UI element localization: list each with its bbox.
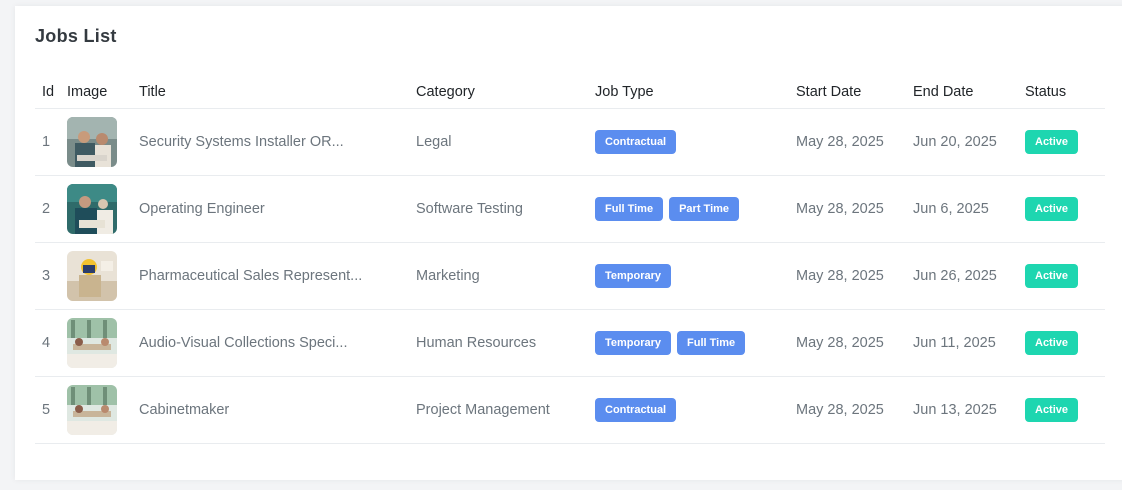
job-type-badge: Contractual: [595, 398, 677, 422]
cell-start-date: May 28, 2025: [796, 242, 913, 310]
cell-id: 1: [35, 108, 67, 176]
job-type-badge: Full Time: [595, 197, 664, 221]
table-row: 5 Cabinetmaker Project Management Contra…: [35, 376, 1105, 444]
header-id: Id: [35, 76, 67, 109]
cell-image: [67, 175, 139, 243]
cell-start-date: May 28, 2025: [796, 108, 913, 176]
status-badge: Active: [1025, 197, 1079, 221]
job-type-badge: Part Time: [669, 197, 740, 221]
cell-id: 2: [35, 175, 67, 243]
header-job-type: Job Type: [595, 76, 796, 109]
cell-image: [67, 108, 139, 176]
cell-title[interactable]: Audio-Visual Collections Speci...: [139, 309, 416, 377]
table-row: 3 Pharmaceutical Sales Represent... Mark…: [35, 242, 1105, 310]
status-badge: Active: [1025, 331, 1079, 355]
cell-end-date: Jun 20, 2025: [913, 108, 1025, 176]
header-end-date: End Date: [913, 76, 1025, 109]
cell-id: 3: [35, 242, 67, 310]
cell-category: Software Testing: [416, 175, 595, 243]
cell-status: Active: [1025, 108, 1105, 176]
cell-title[interactable]: Security Systems Installer OR...: [139, 108, 416, 176]
header-start-date: Start Date: [796, 76, 913, 109]
job-thumbnail[interactable]: [67, 117, 117, 167]
cell-start-date: May 28, 2025: [796, 376, 913, 444]
cell-category: Legal: [416, 108, 595, 176]
table-row: 4 Audio-Visual Collections Speci... Huma…: [35, 309, 1105, 377]
cell-image: [67, 309, 139, 377]
cell-job-type: Temporary: [595, 242, 796, 310]
job-thumbnail[interactable]: [67, 385, 117, 435]
cell-job-type: Full Time Part Time: [595, 175, 796, 243]
cell-title[interactable]: Pharmaceutical Sales Represent...: [139, 242, 416, 310]
cell-start-date: May 28, 2025: [796, 175, 913, 243]
cell-end-date: Jun 13, 2025: [913, 376, 1025, 444]
table-row: 2 Operating Engineer Software Testing Fu…: [35, 175, 1105, 243]
cell-end-date: Jun 26, 2025: [913, 242, 1025, 310]
cell-image: [67, 242, 139, 310]
cell-job-type: Contractual: [595, 376, 796, 444]
cell-job-type: Contractual: [595, 108, 796, 176]
cell-title[interactable]: Operating Engineer: [139, 175, 416, 243]
status-badge: Active: [1025, 264, 1079, 288]
jobs-list-card: Jobs List Id Image Title Category Job Ty…: [15, 6, 1122, 480]
cell-status: Active: [1025, 309, 1105, 377]
header-image: Image: [67, 76, 139, 109]
header-status: Status: [1025, 76, 1105, 109]
job-type-badge: Temporary: [595, 264, 672, 288]
cell-category: Project Management: [416, 376, 595, 444]
cell-status: Active: [1025, 175, 1105, 243]
cell-status: Active: [1025, 242, 1105, 310]
job-type-badge: Full Time: [677, 331, 746, 355]
cell-image: [67, 376, 139, 444]
cell-category: Marketing: [416, 242, 595, 310]
header-category: Category: [416, 76, 595, 109]
cell-job-type: Temporary Full Time: [595, 309, 796, 377]
card-title: Jobs List: [35, 26, 117, 46]
cell-id: 4: [35, 309, 67, 377]
cell-end-date: Jun 11, 2025: [913, 309, 1025, 377]
cell-title[interactable]: Cabinetmaker: [139, 376, 416, 444]
job-thumbnail[interactable]: [67, 251, 117, 301]
table-header-row: Id Image Title Category Job Type Start D…: [35, 76, 1105, 109]
status-badge: Active: [1025, 398, 1079, 422]
job-thumbnail[interactable]: [67, 184, 117, 234]
job-type-badge: Temporary: [595, 331, 672, 355]
cell-status: Active: [1025, 376, 1105, 444]
status-badge: Active: [1025, 130, 1079, 154]
header-title: Title: [139, 76, 416, 109]
cell-start-date: May 28, 2025: [796, 309, 913, 377]
cell-end-date: Jun 6, 2025: [913, 175, 1025, 243]
job-thumbnail[interactable]: [67, 318, 117, 368]
cell-id: 5: [35, 376, 67, 444]
cell-category: Human Resources: [416, 309, 595, 377]
job-type-badge: Contractual: [595, 130, 677, 154]
table-row: 1 Security Systems Installer OR... Legal: [35, 108, 1105, 176]
jobs-table: Id Image Title Category Job Type Start D…: [35, 76, 1105, 444]
